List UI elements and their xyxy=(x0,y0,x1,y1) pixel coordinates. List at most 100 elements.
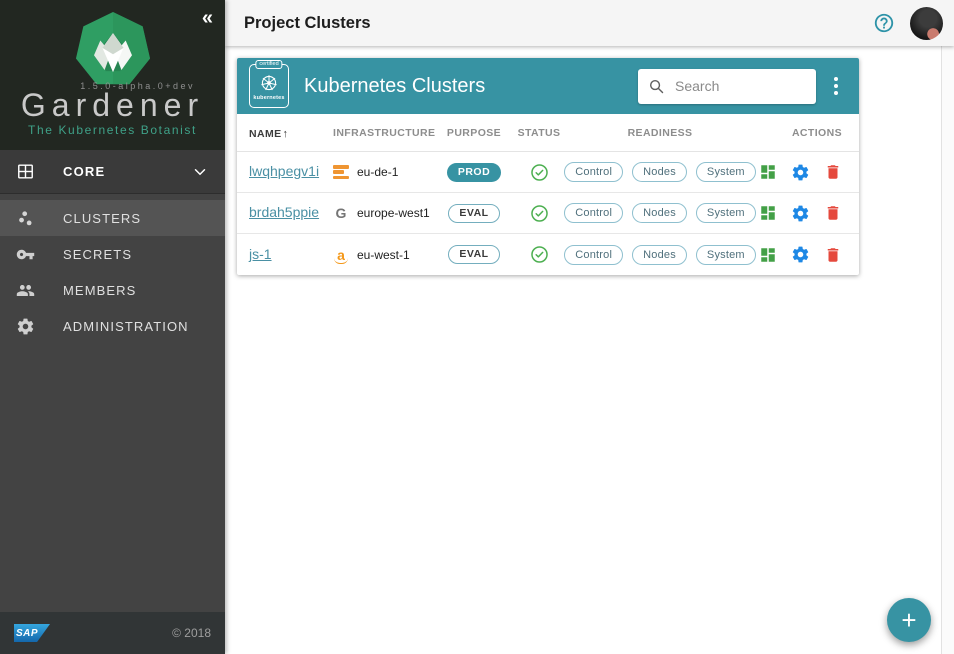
search-icon xyxy=(648,78,665,95)
dashboard-button[interactable] xyxy=(759,163,777,181)
cluster-name-link[interactable]: lwqhpegv1i xyxy=(249,163,319,179)
main-area: Project Clusters certified xyxy=(225,0,954,654)
sidebar-section-core[interactable]: CORE xyxy=(0,150,225,194)
sidebar-item-administration[interactable]: ADMINISTRATION xyxy=(0,308,225,344)
gear-icon xyxy=(791,163,810,182)
card-title: Kubernetes Clusters xyxy=(304,75,485,98)
trash-icon xyxy=(824,163,842,181)
content-area: certified kubernetes xyxy=(225,46,941,654)
brand-name: Gardener xyxy=(0,90,225,120)
sidebar-item-secrets[interactable]: SECRETS xyxy=(0,236,225,272)
sidebar-menu: CLUSTERS SECRETS MEMBERS ADMINISTRATION xyxy=(0,194,225,344)
purpose-badge: EVAL xyxy=(448,245,499,264)
gear-icon xyxy=(791,204,810,223)
column-header-readiness: READINESS xyxy=(571,127,749,139)
status-ok-icon xyxy=(530,163,549,182)
settings-button[interactable] xyxy=(791,163,810,182)
column-header-name[interactable]: NAME↑ xyxy=(249,124,333,142)
page-title: Project Clusters xyxy=(244,14,371,33)
add-cluster-button[interactable]: + xyxy=(887,598,931,642)
sap-logo-text: SAP xyxy=(14,628,38,639)
table-row: lwqhpegv1i eu-de-1 PROD Control xyxy=(237,152,859,193)
settings-button[interactable] xyxy=(791,204,810,223)
readiness-chip: Control xyxy=(564,245,623,265)
card-header: certified kubernetes xyxy=(237,58,859,114)
sidebar-item-members[interactable]: MEMBERS xyxy=(0,272,225,308)
topbar-actions xyxy=(873,7,943,40)
core-section-label: CORE xyxy=(63,164,105,179)
certified-label: certified xyxy=(255,60,282,69)
search-box xyxy=(638,69,816,104)
delete-button[interactable] xyxy=(824,163,842,181)
table-row: brdah5ppie G europe-west1 EVAL Control xyxy=(237,193,859,234)
column-header-purpose: PURPOSE xyxy=(441,127,507,139)
help-icon[interactable] xyxy=(873,12,895,34)
gardener-logo xyxy=(75,12,151,88)
copyright-label: © 2018 xyxy=(172,626,211,640)
gear-icon xyxy=(16,317,35,336)
more-menu-icon[interactable] xyxy=(825,73,847,99)
region-label: europe-west1 xyxy=(357,206,430,220)
status-ok-icon xyxy=(530,204,549,223)
sidebar-item-label: ADMINISTRATION xyxy=(63,319,189,334)
dashboard-icon xyxy=(759,204,777,222)
purpose-badge: PROD xyxy=(447,163,501,182)
chevron-down-icon xyxy=(191,163,209,181)
region-label: eu-de-1 xyxy=(357,165,398,179)
sidebar-item-label: CLUSTERS xyxy=(63,211,141,226)
sidebar-item-label: SECRETS xyxy=(63,247,132,262)
avatar[interactable] xyxy=(910,7,943,40)
sidebar-item-clusters[interactable]: CLUSTERS xyxy=(0,200,225,236)
cluster-name-link[interactable]: js-1 xyxy=(249,246,272,262)
status-ok-icon xyxy=(530,245,549,264)
people-icon xyxy=(16,281,35,300)
readiness-chip: Control xyxy=(564,162,623,182)
gardener-dashboard: « 1.5.0-alpha.0+dev Gardener The Kuberne… xyxy=(0,0,954,654)
sort-asc-icon: ↑ xyxy=(283,128,289,140)
settings-button[interactable] xyxy=(791,245,810,264)
readiness-chip: System xyxy=(696,162,756,182)
dashboard-icon xyxy=(759,163,777,181)
trash-icon xyxy=(824,204,842,222)
openstack-icon xyxy=(333,165,349,179)
sidebar-footer: SAP © 2018 xyxy=(0,612,225,654)
gear-icon xyxy=(791,245,810,264)
readiness-chip: Nodes xyxy=(632,245,687,265)
collapse-sidebar-icon[interactable]: « xyxy=(202,6,213,30)
cluster-name-link[interactable]: brdah5ppie xyxy=(249,204,319,220)
certified-kubernetes-badge: certified kubernetes xyxy=(249,64,289,108)
sidebar: « 1.5.0-alpha.0+dev Gardener The Kuberne… xyxy=(0,0,225,654)
readiness-chip: System xyxy=(696,245,756,265)
column-header-infrastructure: INFRASTRUCTURE xyxy=(333,127,441,139)
topbar: Project Clusters xyxy=(225,0,954,46)
sidebar-item-label: MEMBERS xyxy=(63,283,136,298)
delete-button[interactable] xyxy=(824,246,842,264)
kubernetes-wheel-icon xyxy=(258,72,280,94)
search-input[interactable] xyxy=(675,78,795,94)
column-header-status: STATUS xyxy=(507,127,571,139)
clusters-card: certified kubernetes xyxy=(237,58,859,275)
sap-logo: SAP xyxy=(14,624,50,642)
gcp-icon: G xyxy=(333,205,349,221)
region-label: eu-west-1 xyxy=(357,248,410,262)
key-icon xyxy=(16,245,35,264)
trash-icon xyxy=(824,246,842,264)
grid-icon xyxy=(16,162,35,181)
sidebar-branding: « 1.5.0-alpha.0+dev Gardener The Kuberne… xyxy=(0,0,225,150)
readiness-chip: Nodes xyxy=(632,203,687,223)
readiness-chip: System xyxy=(696,203,756,223)
scrollbar[interactable] xyxy=(941,46,954,654)
readiness-chip: Nodes xyxy=(632,162,687,182)
clusters-icon xyxy=(16,209,35,228)
aws-icon: a xyxy=(333,247,349,263)
column-header-actions: ACTIONS xyxy=(749,127,847,139)
table-row: js-1 a eu-west-1 EVAL Control N xyxy=(237,234,859,275)
dashboard-button[interactable] xyxy=(759,246,777,264)
delete-button[interactable] xyxy=(824,204,842,222)
kubernetes-label: kubernetes xyxy=(253,95,284,101)
purpose-badge: EVAL xyxy=(448,204,499,223)
dashboard-button[interactable] xyxy=(759,204,777,222)
brand-tagline: The Kubernetes Botanist xyxy=(0,123,225,137)
dashboard-icon xyxy=(759,246,777,264)
table-header: NAME↑ INFRASTRUCTURE PURPOSE STATUS READ… xyxy=(237,114,859,152)
